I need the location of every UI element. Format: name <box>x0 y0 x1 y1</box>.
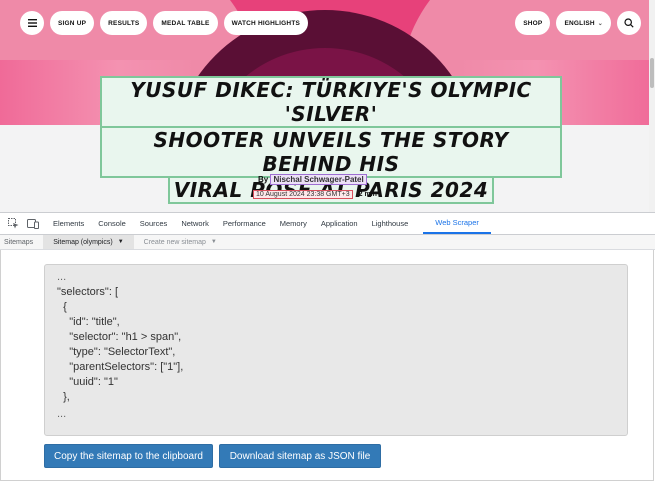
device-toolbar-button[interactable] <box>26 217 40 231</box>
inspect-icon <box>7 218 18 229</box>
headline-line-2: SHOOTER UNVEILS THE STORY BEHIND HIS <box>100 126 562 178</box>
article-meta: 10 August 2024 23:38 GMT+3 2 min <box>253 190 377 199</box>
nav-create-sitemap[interactable]: Create new sitemap ▼ <box>134 235 227 249</box>
top-nav-right: SHOP ENGLISH ⌄ <box>515 11 641 35</box>
copy-sitemap-button[interactable]: Copy the sitemap to the clipboard <box>44 444 213 468</box>
publish-date: 10 August 2024 23:38 GMT+3 <box>253 190 353 199</box>
web-scraper-nav: Sitemaps Sitemap (olympics) ▼ Create new… <box>0 235 655 250</box>
menu-button[interactable] <box>20 11 44 35</box>
caret-down-icon: ▼ <box>210 239 217 245</box>
tab-performance[interactable]: Performance <box>216 213 273 234</box>
current-sitemap-label: Sitemap (olympics) <box>53 238 113 246</box>
nav-medal-table[interactable]: MEDAL TABLE <box>153 11 218 35</box>
nav-current-sitemap[interactable]: Sitemap (olympics) ▼ <box>43 235 134 249</box>
tab-application[interactable]: Application <box>314 213 365 234</box>
nav-sitemaps[interactable]: Sitemaps <box>0 235 43 249</box>
code-line: "type": "SelectorText", <box>57 346 176 358</box>
code-line: ... <box>57 271 67 283</box>
top-nav-left: SIGN UP RESULTS MEDAL TABLE WATCH HIGHLI… <box>20 11 309 35</box>
byline-prefix: By <box>258 175 269 184</box>
search-button[interactable] <box>617 11 641 35</box>
code-line: "selector": "h1 > span", <box>57 331 182 343</box>
tab-sources[interactable]: Sources <box>133 213 175 234</box>
sitemap-json-textarea[interactable]: ... "selectors": [ { "id": "title", "sel… <box>44 264 628 436</box>
code-line: "selectors": [ <box>57 286 118 298</box>
code-line: "uuid": "1" <box>57 376 118 388</box>
download-sitemap-button[interactable]: Download sitemap as JSON file <box>219 444 381 468</box>
search-icon <box>624 18 634 28</box>
byline: By Nischal Schwager-Patel <box>258 174 367 185</box>
code-line: }, <box>57 391 70 403</box>
language-label: ENGLISH <box>564 19 595 27</box>
sitemap-export-panel: ... "selectors": [ { "id": "title", "sel… <box>0 250 654 481</box>
headline-line-1: YUSUF DIKEC: TÜRKIYE'S OLYMPIC 'SILVER' <box>100 76 562 128</box>
author-name[interactable]: Nischal Schwager-Patel <box>270 174 367 185</box>
code-line: "parentSelectors": ["1"], <box>57 361 184 373</box>
olympics-webpage: SIGN UP RESULTS MEDAL TABLE WATCH HIGHLI… <box>0 0 655 212</box>
code-line: { <box>57 301 67 313</box>
tab-web-scraper[interactable]: Web Scraper <box>423 213 491 234</box>
read-time: 2 min <box>358 191 377 198</box>
tab-network[interactable]: Network <box>174 213 216 234</box>
hamburger-icon <box>27 19 37 27</box>
nav-sign-up[interactable]: SIGN UP <box>50 11 95 35</box>
chevron-down-icon: ⌄ <box>597 20 603 27</box>
caret-down-icon: ▼ <box>117 239 124 245</box>
tab-lighthouse[interactable]: Lighthouse <box>365 213 416 234</box>
create-sitemap-label: Create new sitemap <box>143 238 206 246</box>
tab-console[interactable]: Console <box>91 213 133 234</box>
inspect-element-button[interactable] <box>6 217 20 231</box>
nav-watch-highlights[interactable]: WATCH HIGHLIGHTS <box>223 11 309 35</box>
nav-shop[interactable]: SHOP <box>515 11 551 35</box>
language-select[interactable]: ENGLISH ⌄ <box>556 11 611 35</box>
devtools-panel: Elements Console Sources Network Perform… <box>0 212 655 482</box>
scrollbar-thumb[interactable] <box>650 58 654 88</box>
code-line: ... <box>57 408 67 420</box>
page-scrollbar[interactable] <box>649 0 655 212</box>
tab-memory[interactable]: Memory <box>273 213 314 234</box>
devtools-tab-bar: Elements Console Sources Network Perform… <box>0 213 655 235</box>
device-icon <box>27 218 39 229</box>
code-line: "id": "title", <box>57 316 120 328</box>
tab-elements[interactable]: Elements <box>46 213 91 234</box>
nav-results[interactable]: RESULTS <box>100 11 148 35</box>
